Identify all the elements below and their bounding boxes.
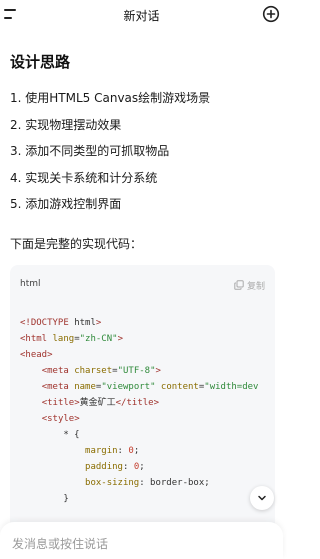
code-line: box-sizing: border-box; (85, 478, 210, 488)
list-item: 2. 实现物理摆动效果 (10, 117, 122, 132)
copy-button[interactable]: 复制 (234, 278, 265, 292)
design-steps-list: 1. 使用HTML5 Canvas绘制游戏场景 2. 实现物理摆动效果 3. 添… (10, 90, 280, 223)
list-item: 3. 添加不同类型的可抓取物品 (10, 144, 170, 158)
code-line: <head> (20, 350, 53, 360)
code-line: <title>黄金矿工</title> (41, 398, 159, 408)
copy-label: 复制 (246, 281, 265, 292)
code-line: padding: 0; (85, 462, 145, 472)
code-line: <meta charset="UTF-8"> (41, 366, 161, 376)
code-line: <style> (41, 414, 80, 424)
code-block-header: html 复制 (10, 265, 275, 305)
assistant-message: 设计思路 1. 使用HTML5 Canvas绘制游戏场景 2. 实现物理摆动效果… (10, 52, 280, 251)
top-bar: 新对话 (0, 0, 283, 32)
code-line: margin: 0; (85, 446, 140, 456)
code-block: html 复制 <!DOCTYPE html> <html lang="zh-CN… (10, 265, 275, 559)
code-intro-text: 下面是完整的实现代码： (10, 237, 143, 251)
chevron-down-icon (258, 495, 266, 501)
list-item: 4. 实现关卡系统和计分系统 (10, 170, 158, 185)
new-chat-plus-icon[interactable] (262, 5, 280, 23)
code-line: <!DOCTYPE html> (20, 318, 102, 328)
scroll-to-bottom-button[interactable] (250, 486, 274, 510)
code-content: <!DOCTYPE html> <html lang="zh-CN"> <head>… (20, 315, 275, 539)
code-line: <meta name="viewport" content="width=dev (41, 382, 259, 392)
code-line: <html lang="zh-CN"> (20, 334, 123, 344)
code-language-label: html (20, 279, 41, 289)
code-line: } (20, 494, 69, 504)
message-input[interactable]: 发消息或按住说话 (12, 535, 108, 552)
message-composer[interactable]: 发消息或按住说话 (0, 522, 283, 559)
page-title: 新对话 (123, 9, 160, 23)
list-item: 1. 使用HTML5 Canvas绘制游戏场景 (10, 91, 211, 105)
message-heading: 设计思路 (10, 53, 71, 71)
copy-icon (234, 280, 244, 290)
list-item: 5. 添加游戏控制界面 (10, 197, 122, 211)
code-line: * { (20, 430, 80, 440)
